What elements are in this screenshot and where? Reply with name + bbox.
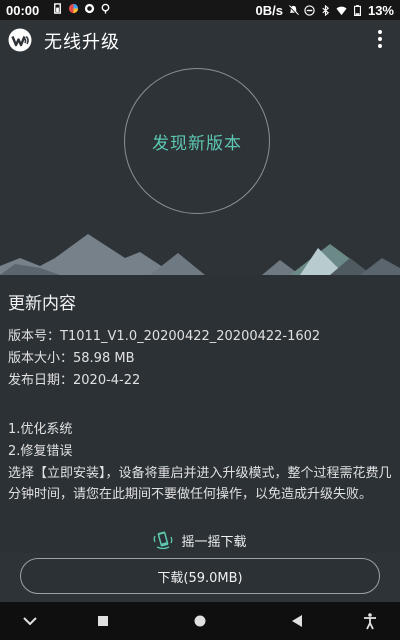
dnd-icon: [304, 5, 315, 16]
battery-percent: 13%: [367, 3, 394, 18]
notification-icons: [52, 3, 111, 14]
new-version-label: 发现新版本: [152, 133, 242, 154]
wifi-icon: [336, 6, 347, 16]
status-time: 00:00: [6, 3, 40, 18]
page-title: 无线升级: [44, 32, 120, 53]
net-speed: 0B/s: [255, 3, 283, 18]
hero-banner: 发现新版本: [0, 60, 400, 275]
nav-square-icon[interactable]: [94, 612, 112, 630]
release-note: 1.优化系统: [8, 422, 73, 437]
shake-phone-icon: [154, 531, 173, 550]
release-date: 发布日期：2020-4-22: [8, 373, 141, 388]
wifi-logo-icon: [8, 28, 32, 52]
section-title: 更新内容: [8, 294, 76, 314]
version-size: 版本大小：58.98 MB: [8, 351, 135, 366]
system-status: 0B/s 13%: [256, 3, 395, 18]
screen: 00:00 0B/s 13% 无线升级 发现新版本 更新内容 版本号：T1011…: [0, 0, 400, 640]
app-bar: 无线升级: [0, 20, 400, 60]
accessibility-icon[interactable]: [361, 612, 379, 630]
location-icon: [101, 3, 110, 14]
shake-download[interactable]: 摇一摇下载: [0, 527, 400, 553]
release-note: 2.修复错误: [8, 444, 73, 459]
nav-back-icon[interactable]: [288, 612, 306, 630]
new-version-circle: 发现新版本: [124, 68, 270, 214]
install-warning: 选择【立即安装】，设备将重启并进入升级模式，整个过程需花费几分钟时间，请您在此期…: [8, 466, 392, 502]
nav-down-icon[interactable]: [21, 612, 39, 630]
mountain-illustration: [0, 228, 400, 275]
status-bar: 00:00 0B/s 13%: [0, 0, 400, 20]
mute-icon: [288, 5, 299, 16]
shake-label: 摇一摇下载: [181, 534, 247, 550]
version-number: 版本号：T1011_V1.0_20200422_20200422-1602: [8, 329, 321, 344]
color-app-icon: [68, 3, 79, 14]
system-nav-bar: [0, 602, 400, 640]
sync-app-icon: [84, 3, 95, 14]
update-details: 更新内容 版本号：T1011_V1.0_20200422_20200422-16…: [0, 275, 400, 527]
battery-saver-icon: [54, 3, 61, 14]
bluetooth-icon: [322, 5, 330, 16]
battery-icon: [353, 5, 361, 16]
nav-circle-icon[interactable]: [191, 612, 209, 630]
more-vert-icon[interactable]: [378, 30, 382, 50]
download-button[interactable]: 下载(59.0MB): [20, 558, 380, 594]
